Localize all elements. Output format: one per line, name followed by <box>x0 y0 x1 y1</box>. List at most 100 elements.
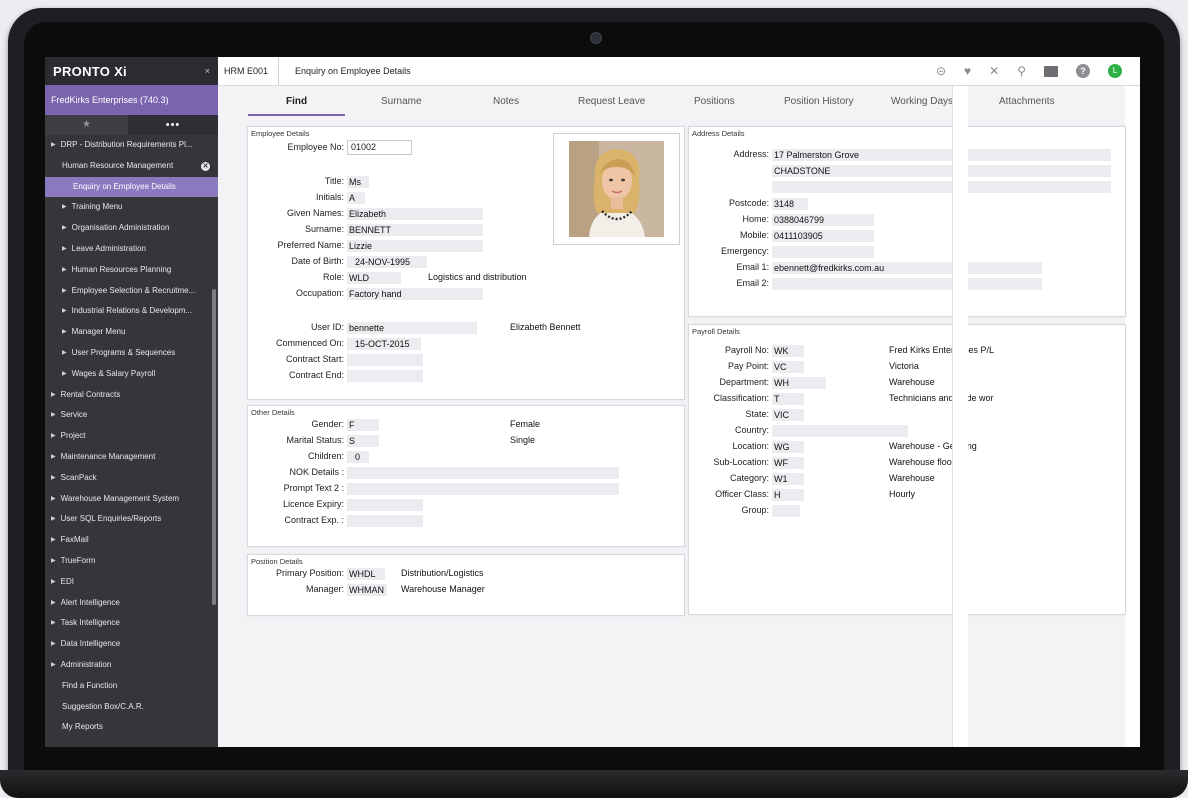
message-icon[interactable] <box>1044 65 1058 77</box>
category-label: Category: <box>729 473 769 483</box>
email-1-value: ebennett@fredkirks.com.au <box>772 262 1042 274</box>
occupation-label: Occupation: <box>295 288 344 298</box>
sidebar-item-wms[interactable]: ▶ Warehouse Management System <box>45 489 218 510</box>
sidebar-item-label: Task Intelligence <box>60 618 120 628</box>
surname-value: BENNETT <box>347 224 483 236</box>
sidebar-item-label: Employee Selection & Recruitme... <box>71 285 196 295</box>
close-circle-icon[interactable]: ✕ <box>201 161 210 171</box>
sidebar-item-label: Rental Contracts <box>60 389 121 399</box>
sidebar-item-service[interactable]: ▶ Service <box>45 405 218 426</box>
expand-arrow-icon: ▶ <box>51 599 56 606</box>
department-value: WH <box>772 377 826 389</box>
sidebar-item-industrial-relations[interactable]: ▶ Industrial Relations & Developm... <box>45 301 218 322</box>
postcode-value: 3148 <box>772 198 808 210</box>
sidebar-item-data-intelligence[interactable]: ▶ Data Intelligence <box>45 634 218 655</box>
manager-label: Manager: <box>305 584 344 594</box>
contract-exp-label: Contract Exp. : <box>284 515 344 525</box>
tab-surname[interactable]: Surname <box>381 96 422 107</box>
expand-arrow-icon: ▶ <box>51 537 56 544</box>
expand-arrow-icon: ▶ <box>51 516 56 523</box>
sidebar-item-drp[interactable]: ▶ DRP - Distribution Requirements Pl... <box>45 135 218 156</box>
company-selector[interactable]: FredKirks Enterprises (740.3) <box>45 85 218 115</box>
top-bar: HRM E001 Enquiry on Employee Details ⊝ ♥… <box>218 57 1140 86</box>
country-value <box>772 425 908 437</box>
sidebar-item-alert-intelligence[interactable]: ▶ Alert Intelligence <box>45 593 218 614</box>
sidebar-item-user-programs[interactable]: ▶ User Programs & Sequences <box>45 343 218 364</box>
panel-title: Employee Details <box>251 129 310 138</box>
sidebar-item-enquiry-employee-details[interactable]: Enquiry on Employee Details <box>45 176 218 198</box>
sidebar-item-label: Administration <box>60 659 112 669</box>
address-line-1: 17 Palmerston Grove <box>772 149 1111 161</box>
sidebar-item-administration[interactable]: ▶ Administration <box>45 655 218 676</box>
department-label: Department: <box>719 377 769 387</box>
sidebar-item-task-intelligence[interactable]: ▶ Task Intelligence <box>45 613 218 634</box>
close-menu-icon[interactable]: × <box>205 66 210 76</box>
sidebar-item-hr-planning[interactable]: ▶ Human Resources Planning <box>45 260 218 281</box>
sidebar-item-project[interactable]: ▶ Project <box>45 426 218 447</box>
tab-notes[interactable]: Notes <box>493 96 519 107</box>
webcam <box>590 32 602 44</box>
employee-photo <box>553 133 680 245</box>
expand-arrow-icon: ▶ <box>62 287 67 294</box>
sidebar-item-scanpack[interactable]: ▶ ScanPack <box>45 468 218 489</box>
function-code: HRM E001 <box>218 57 280 85</box>
user-avatar[interactable]: L <box>1108 64 1122 78</box>
user-id-value: bennette <box>347 322 477 334</box>
sidebar-item-manager-menu[interactable]: ▶ Manager Menu <box>45 322 218 343</box>
close-icon[interactable]: ✕ <box>989 64 999 78</box>
marital-status-label: Marital Status: <box>286 435 344 445</box>
expand-arrow-icon: ▶ <box>51 495 56 502</box>
user-id-label: User ID: <box>310 322 344 332</box>
laptop-base <box>0 770 1188 798</box>
sub-location-description: Warehouse floor <box>889 457 955 467</box>
sidebar-item-faxmail[interactable]: ▶ FaxMail <box>45 530 218 551</box>
employee-no-input[interactable]: 01002 <box>347 140 412 155</box>
sidebar-item-training-menu[interactable]: ▶ Training Menu <box>45 197 218 218</box>
sidebar-item-user-sql[interactable]: ▶ User SQL Enquiries/Reports <box>45 509 218 530</box>
sidebar-item-employee-selection[interactable]: ▶ Employee Selection & Recruitme... <box>45 281 218 302</box>
sidebar-item-suggestion-box[interactable]: Suggestion Box/C.A.R. <box>45 697 218 718</box>
tab-working-days[interactable]: Working Days <box>891 96 953 107</box>
favourites-row: ★ ••• <box>45 115 218 135</box>
sidebar-item-wages-payroll[interactable]: ▶ Wages & Salary Payroll <box>45 364 218 385</box>
expand-arrow-icon: ▶ <box>51 557 56 564</box>
sidebar-item-find-function[interactable]: Find a Function <box>45 676 218 697</box>
panel-title: Other Details <box>251 408 295 417</box>
tab-position-history[interactable]: Position History <box>784 96 853 107</box>
pay-point-label: Pay Point: <box>727 361 769 371</box>
sidebar-item-label: Human Resources Planning <box>71 264 172 274</box>
toolbar-icons: ⊝ ♥ ✕ ⚲ ? L <box>936 57 1122 85</box>
favourites-star-icon[interactable]: ★ <box>45 115 128 135</box>
nok-details-value <box>347 467 619 479</box>
tab-find[interactable]: Find <box>247 96 346 116</box>
sidebar-item-leave-administration[interactable]: ▶ Leave Administration <box>45 239 218 260</box>
sidebar-item-label: Wages & Salary Payroll <box>71 368 156 378</box>
sidebar-item-human-resource-management[interactable]: Human Resource Management ✕ <box>45 156 218 177</box>
tab-request-leave[interactable]: Request Leave <box>578 96 645 107</box>
sidebar-item-rental-contracts[interactable]: ▶ Rental Contracts <box>45 385 218 406</box>
more-options-icon[interactable]: ••• <box>128 115 218 135</box>
contract-end-label: Contract End: <box>288 370 344 380</box>
sidebar-item-my-reports[interactable]: My Reports <box>45 717 218 738</box>
sidebar-item-label: Organisation Administration <box>71 223 170 233</box>
role-label: Role: <box>322 272 344 282</box>
heart-icon[interactable]: ♥ <box>964 64 971 78</box>
tab-positions[interactable]: Positions <box>694 96 735 107</box>
search-icon[interactable]: ⚲ <box>1017 64 1026 78</box>
link-icon[interactable]: ⊝ <box>936 64 946 78</box>
sidebar-scrollbar[interactable] <box>212 289 216 605</box>
help-icon[interactable]: ? <box>1076 64 1090 78</box>
expand-arrow-icon: ▶ <box>62 349 67 356</box>
state-label: State: <box>745 409 769 419</box>
expand-arrow-icon: ▶ <box>51 578 56 585</box>
employee-no-label: Employee No: <box>287 142 344 152</box>
sidebar-item-maintenance[interactable]: ▶ Maintenance Management <box>45 447 218 468</box>
sidebar-item-label: EDI <box>60 576 74 586</box>
pay-point-description: Victoria <box>889 361 919 371</box>
sidebar-item-edi[interactable]: ▶ EDI <box>45 572 218 593</box>
tab-attachments[interactable]: Attachments <box>999 96 1055 107</box>
position-details-panel: Position Details Primary Position: WHDL … <box>247 554 685 616</box>
sidebar-item-trueform[interactable]: ▶ TrueForm <box>45 551 218 572</box>
preferred-name-label: Preferred Name: <box>277 240 344 250</box>
sidebar-item-organisation-administration[interactable]: ▶ Organisation Administration <box>45 218 218 239</box>
